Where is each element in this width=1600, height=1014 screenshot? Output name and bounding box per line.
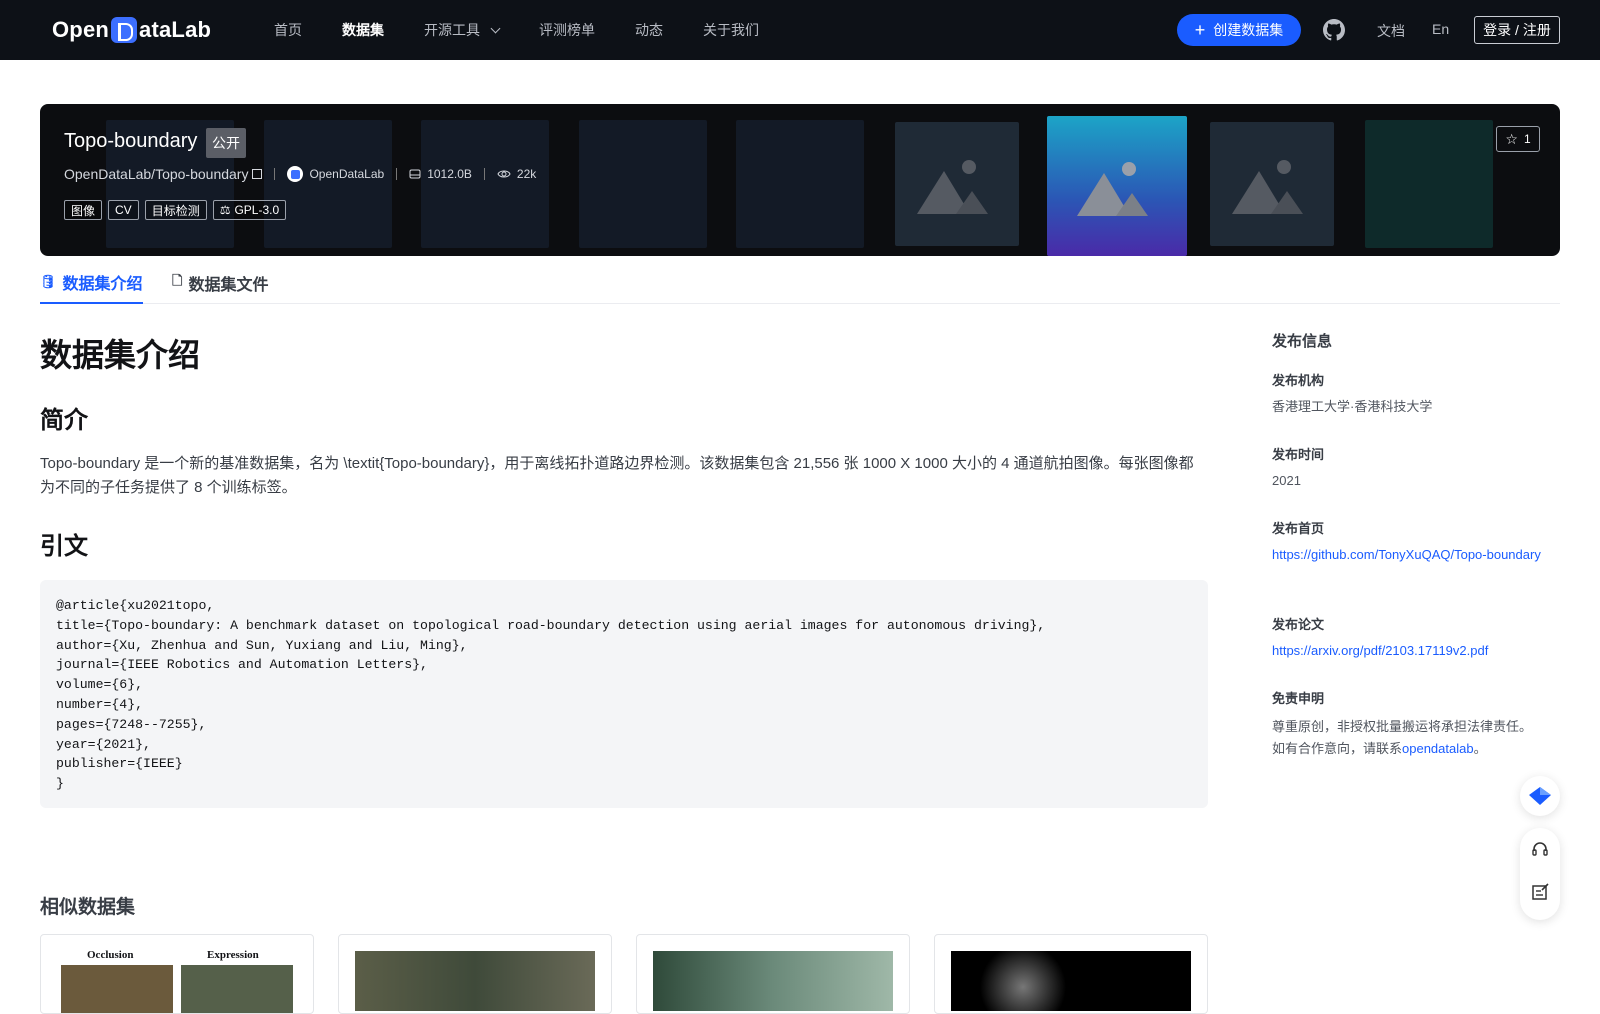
publish-info-title: 发布信息	[1272, 333, 1333, 350]
github-icon[interactable]	[1323, 19, 1345, 41]
contact-link[interactable]: opendatalab	[1402, 741, 1474, 756]
similar-datasets-heading: 相似数据集	[40, 897, 136, 918]
login-register-button[interactable]: 登录 / 注册	[1474, 16, 1560, 44]
dataset-tabs: 🛢 数据集介绍 🗋 数据集文件	[40, 262, 1560, 304]
image-placeholder-icon	[1210, 122, 1334, 246]
publisher-label: 发布机构	[1272, 373, 1325, 388]
homepage-link[interactable]: https://github.com/TonyXuQAQ/Topo-bounda…	[1272, 544, 1558, 565]
visibility-badge: 公开	[206, 128, 246, 158]
disclaimer-label: 免责申明	[1272, 691, 1325, 706]
file-icon: 🗋	[172, 273, 183, 288]
star-count: 1	[1523, 132, 1531, 146]
create-dataset-button[interactable]: + 创建数据集	[1177, 14, 1301, 46]
nav-tools[interactable]: 开源工具	[424, 20, 501, 40]
dataset-meta: OpenDataLab/Topo-boundary OpenDataLab 10…	[64, 166, 536, 182]
card-caption: Expression	[207, 949, 259, 961]
dataset-org[interactable]: OpenDataLab	[309, 167, 384, 181]
publisher-value: 香港理工大学·香港科技大学	[1272, 399, 1433, 414]
card-thumbnail	[355, 951, 595, 1011]
banner-thumb	[579, 120, 707, 248]
dataset-size: 1012.0B	[427, 167, 472, 181]
create-dataset-label: 创建数据集	[1213, 22, 1284, 38]
nav-about[interactable]: 关于我们	[703, 20, 759, 40]
tab-files-label: 数据集文件	[188, 277, 269, 294]
opendatalab-logo[interactable]: Open ataLab	[52, 14, 211, 46]
floating-toolbar	[1520, 828, 1560, 920]
disclaimer-line-2: 如有合作意向，请联系opendatalab。	[1272, 738, 1560, 759]
copy-icon[interactable]	[252, 169, 263, 179]
eye-icon	[497, 170, 511, 178]
dataset-title: Topo-boundary	[64, 130, 198, 152]
star-button[interactable]: ☆ 1	[1496, 126, 1540, 152]
banner-thumb	[1365, 120, 1493, 248]
paper-link[interactable]: https://arxiv.org/pdf/2103.17119v2.pdf	[1272, 640, 1558, 661]
nav-links: 首页 数据集 开源工具 评测榜单 动态 关于我们	[274, 0, 799, 60]
similar-dataset-card[interactable]	[934, 934, 1208, 1014]
dataset-path: OpenDataLab/Topo-boundary	[64, 166, 249, 182]
assistant-button[interactable]	[1520, 776, 1560, 816]
database-icon: 🛢	[40, 274, 57, 289]
dataset-banner: Topo-boundary 公开 OpenDataLab/Topo-bounda…	[40, 104, 1560, 256]
chevron-down-icon	[490, 23, 501, 33]
dataset-views: 22k	[516, 167, 537, 181]
publish-time-value: 2021	[1272, 473, 1301, 488]
nav-tools-label: 开源工具	[424, 22, 480, 38]
image-placeholder-icon	[895, 122, 1019, 246]
nav-language[interactable]: En	[1432, 21, 1449, 37]
publish-time-label: 发布时间	[1272, 447, 1325, 462]
headset-icon[interactable]	[1530, 840, 1550, 860]
paper-label: 发布论文	[1272, 617, 1325, 632]
divider	[483, 168, 485, 180]
nav-leaderboard[interactable]: 评测榜单	[539, 20, 595, 40]
tag-image[interactable]: 图像	[64, 200, 103, 220]
card-thumbnail	[653, 951, 893, 1011]
similar-dataset-card[interactable]: Occlusion Expression	[40, 934, 314, 1014]
tab-introduction[interactable]: 🛢 数据集介绍	[40, 262, 143, 304]
divider	[396, 168, 398, 180]
top-nav: Open ataLab 首页 数据集 开源工具 评测榜单 动态 关于我们 + 创建…	[0, 0, 1600, 60]
scale-icon: ⚖	[219, 203, 231, 217]
star-icon: ☆	[1505, 130, 1518, 147]
intro-heading: 简介	[40, 407, 88, 434]
tag-cv[interactable]: CV	[108, 200, 139, 220]
similar-dataset-card[interactable]	[636, 934, 910, 1014]
disclaimer-prefix: 如有合作意向，请联系	[1272, 741, 1403, 756]
disclaimer-line-1: 尊重原创，非授权批量搬运将承担法律责任。	[1272, 719, 1533, 734]
page-title: 数据集介绍	[40, 337, 201, 373]
similar-dataset-card[interactable]	[338, 934, 612, 1014]
citation-code-block: @article{xu2021topo, title={Topo-boundar…	[40, 580, 1208, 808]
card-thumbnail: Occlusion Expression	[57, 949, 297, 1013]
divider	[274, 168, 276, 180]
feedback-edit-icon[interactable]	[1530, 882, 1550, 902]
tab-introduction-label: 数据集介绍	[62, 276, 143, 293]
diamond-logo-icon	[1529, 787, 1551, 805]
intro-text: Topo-boundary 是一个新的基准数据集，名为 \textit{Topo…	[40, 455, 1194, 496]
disclaimer-suffix: 。	[1473, 741, 1487, 756]
nav-news[interactable]: 动态	[635, 20, 663, 40]
plus-icon: +	[1194, 20, 1206, 40]
homepage-label: 发布首页	[1272, 521, 1325, 536]
card-thumbnail	[951, 951, 1191, 1011]
citation-heading: 引文	[40, 533, 88, 560]
tag-object-detection[interactable]: 目标检测	[144, 200, 207, 220]
banner-thumb	[264, 120, 392, 248]
license-label: GPL-3.0	[234, 203, 280, 217]
nav-home[interactable]: 首页	[274, 20, 302, 40]
disk-icon	[409, 169, 421, 179]
banner-thumb	[736, 120, 864, 248]
nav-docs[interactable]: 文档	[1377, 21, 1405, 41]
tab-files[interactable]: 🗋 数据集文件	[172, 262, 268, 304]
nav-datasets[interactable]: 数据集	[342, 20, 384, 40]
image-placeholder-icon	[1047, 116, 1187, 256]
license-tag[interactable]: ⚖ GPL-3.0	[212, 200, 287, 220]
card-caption: Occlusion	[87, 949, 134, 961]
banner-thumb	[421, 120, 549, 248]
dataset-tags: 图像 CV 目标检测 ⚖ GPL-3.0	[64, 200, 292, 220]
org-avatar-icon	[287, 166, 304, 182]
